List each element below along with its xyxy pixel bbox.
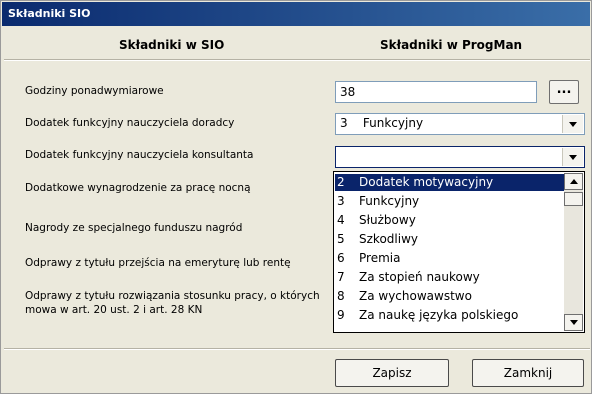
list-item[interactable]: 3 Funkcyjny (335, 193, 564, 210)
dropdown-scrollbar[interactable] (564, 173, 583, 331)
list-item[interactable]: 7 Za stopień naukowy (335, 269, 564, 286)
header-sio-components: Składniki w SIO (119, 38, 225, 52)
chevron-down-icon (569, 121, 577, 127)
label-special-fund-awards: Nagrody ze specjalnego funduszu nagród (25, 222, 243, 234)
header-divider (4, 59, 590, 61)
chevron-up-icon (569, 179, 578, 184)
save-button[interactable]: Zapisz (335, 359, 449, 387)
label-overtime-hours: Godziny ponadwymiarowe (25, 85, 164, 97)
scroll-down-button[interactable] (564, 314, 583, 331)
list-item[interactable]: 8 Za wychowawstwo (335, 288, 564, 305)
chevron-down-icon (569, 320, 578, 325)
advisor-function-bonus-value: 3 Funkcyjny (340, 116, 424, 130)
chevron-down-icon (569, 154, 577, 160)
combo-arrow-consultant[interactable] (562, 148, 583, 166)
header-progman-components: Składniki w ProgMan (380, 38, 523, 52)
scroll-up-button[interactable] (564, 173, 583, 190)
list-item[interactable]: 6 Premia (335, 250, 564, 267)
dialog-window: Składniki SIO Składniki w SIO Składniki … (0, 0, 592, 394)
label-consultant-function-bonus: Dodatek funkcyjny nauczyciela konsultant… (25, 149, 254, 161)
consultant-function-bonus-combo[interactable] (335, 146, 585, 168)
list-item[interactable]: 4 Służbowy (335, 212, 564, 229)
browse-button[interactable]: ... (549, 80, 579, 104)
overtime-hours-input[interactable]: 38 (335, 81, 537, 103)
label-termination-severance: Odprawy z tytułu rozwiązania stosunku pr… (25, 290, 320, 316)
label-advisor-function-bonus: Dodatek funkcyjny nauczyciela doradcy (25, 117, 235, 129)
footer-divider (4, 348, 590, 350)
window-title: Składniki SIO (2, 2, 590, 26)
dropdown-list[interactable]: 2 Dodatek motywacyjny 3 Funkcyjny 4 Służbow… (333, 171, 585, 333)
scroll-thumb[interactable] (564, 192, 583, 206)
list-item[interactable]: 9 Za naukę języka polskiego (335, 307, 564, 324)
close-button[interactable]: Zamknij (472, 359, 584, 387)
label-retirement-severance: Odprawy z tytułu przejścia na emeryturę … (25, 257, 291, 269)
advisor-function-bonus-combo[interactable]: 3 Funkcyjny (335, 113, 585, 135)
list-item[interactable]: 5 Szkodliwy (335, 231, 564, 248)
combo-arrow-advisor[interactable] (562, 115, 583, 133)
list-item[interactable]: 2 Dodatek motywacyjny (335, 174, 564, 191)
label-night-work-pay: Dodatkowe wynagrodzenie za pracę nocną (25, 182, 251, 194)
